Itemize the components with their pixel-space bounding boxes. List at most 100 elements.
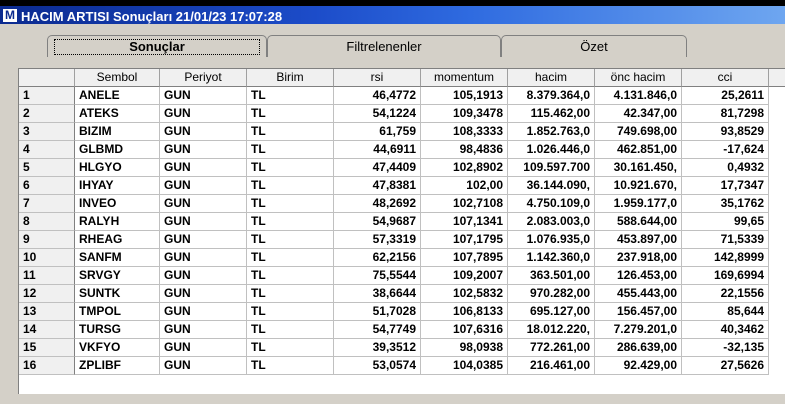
cell-hacim[interactable]: 2.083.003,0: [508, 213, 595, 231]
cell-birim[interactable]: TL: [247, 87, 334, 105]
header-cci[interactable]: cci: [682, 69, 769, 87]
cell-periyot[interactable]: GUN: [160, 267, 247, 285]
cell-onc-hacim[interactable]: 588.644,00: [595, 213, 682, 231]
table-row[interactable]: 11 SRVGY GUN TL 75,5544 109,2007 363.501,00 126…: [19, 267, 769, 285]
cell-birim[interactable]: TL: [247, 285, 334, 303]
cell-sembol[interactable]: ZPLIBF: [75, 357, 160, 375]
cell-rsi[interactable]: 39,3512: [334, 339, 421, 357]
cell-momentum[interactable]: 98,0938: [421, 339, 508, 357]
cell-cci[interactable]: 85,644: [682, 303, 769, 321]
cell-periyot[interactable]: GUN: [160, 303, 247, 321]
row-index[interactable]: 16: [19, 357, 75, 375]
table-row[interactable]: 10 SANFM GUN TL 62,2156 107,7895 1.142.360,0 23…: [19, 249, 769, 267]
cell-onc-hacim[interactable]: 42.347,00: [595, 105, 682, 123]
row-index[interactable]: 15: [19, 339, 75, 357]
cell-periyot[interactable]: GUN: [160, 249, 247, 267]
table-row[interactable]: 3 BIZIM GUN TL 61,759 108,3333 1.852.763,0 749.…: [19, 123, 769, 141]
row-index[interactable]: 7: [19, 195, 75, 213]
cell-onc-hacim[interactable]: 126.453,00: [595, 267, 682, 285]
cell-sembol[interactable]: VKFYO: [75, 339, 160, 357]
cell-hacim[interactable]: 8.379.364,0: [508, 87, 595, 105]
cell-hacim[interactable]: 115.462,00: [508, 105, 595, 123]
cell-cci[interactable]: 0,4932: [682, 159, 769, 177]
cell-sembol[interactable]: BIZIM: [75, 123, 160, 141]
cell-onc-hacim[interactable]: 237.918,00: [595, 249, 682, 267]
table-row[interactable]: 2 ATEKS GUN TL 54,1224 109,3478 115.462,00 42.3…: [19, 105, 769, 123]
cell-momentum[interactable]: 102,7108: [421, 195, 508, 213]
table-row[interactable]: 4 GLBMD GUN TL 44,6911 98,4836 1.026.446,0 462.…: [19, 141, 769, 159]
cell-sembol[interactable]: IHYAY: [75, 177, 160, 195]
row-index[interactable]: 2: [19, 105, 75, 123]
cell-sembol[interactable]: RHEAG: [75, 231, 160, 249]
cell-rsi[interactable]: 48,2692: [334, 195, 421, 213]
header-onc-hacim[interactable]: önc hacim: [595, 69, 682, 87]
cell-cci[interactable]: 71,5339: [682, 231, 769, 249]
cell-momentum[interactable]: 106,8133: [421, 303, 508, 321]
cell-cci[interactable]: -32,135: [682, 339, 769, 357]
row-index[interactable]: 13: [19, 303, 75, 321]
cell-rsi[interactable]: 46,4772: [334, 87, 421, 105]
cell-rsi[interactable]: 38,6644: [334, 285, 421, 303]
header-momentum[interactable]: momentum: [421, 69, 508, 87]
cell-onc-hacim[interactable]: 10.921.670,: [595, 177, 682, 195]
cell-rsi[interactable]: 75,5544: [334, 267, 421, 285]
cell-onc-hacim[interactable]: 156.457,00: [595, 303, 682, 321]
cell-birim[interactable]: TL: [247, 141, 334, 159]
cell-rsi[interactable]: 44,6911: [334, 141, 421, 159]
row-index[interactable]: 10: [19, 249, 75, 267]
cell-cci[interactable]: 22,1556: [682, 285, 769, 303]
cell-rsi[interactable]: 61,759: [334, 123, 421, 141]
cell-onc-hacim[interactable]: 7.279.201,0: [595, 321, 682, 339]
row-index[interactable]: 1: [19, 87, 75, 105]
cell-cci[interactable]: 169,6994: [682, 267, 769, 285]
cell-hacim[interactable]: 109.597.700: [508, 159, 595, 177]
cell-birim[interactable]: TL: [247, 321, 334, 339]
row-index[interactable]: 8: [19, 213, 75, 231]
cell-hacim[interactable]: 363.501,00: [508, 267, 595, 285]
cell-birim[interactable]: TL: [247, 177, 334, 195]
cell-onc-hacim[interactable]: 453.897,00: [595, 231, 682, 249]
row-index[interactable]: 4: [19, 141, 75, 159]
cell-hacim[interactable]: 1.076.935,0: [508, 231, 595, 249]
table-row[interactable]: 8 RALYH GUN TL 54,9687 107,1341 2.083.003,0 588…: [19, 213, 769, 231]
cell-sembol[interactable]: TMPOL: [75, 303, 160, 321]
table-row[interactable]: 1 ANELE GUN TL 46,4772 105,1913 8.379.364,0 4.1…: [19, 87, 769, 105]
cell-onc-hacim[interactable]: 455.443,00: [595, 285, 682, 303]
cell-rsi[interactable]: 51,7028: [334, 303, 421, 321]
cell-hacim[interactable]: 18.012.220,: [508, 321, 595, 339]
cell-rsi[interactable]: 53,0574: [334, 357, 421, 375]
tab-ozet[interactable]: Özet: [501, 35, 687, 57]
cell-periyot[interactable]: GUN: [160, 285, 247, 303]
table-row[interactable]: 7 INVEO GUN TL 48,2692 102,7108 4.750.109,0 1.9…: [19, 195, 769, 213]
cell-onc-hacim[interactable]: 462.851,00: [595, 141, 682, 159]
cell-hacim[interactable]: 1.142.360,0: [508, 249, 595, 267]
row-index[interactable]: 9: [19, 231, 75, 249]
cell-momentum[interactable]: 107,6316: [421, 321, 508, 339]
cell-onc-hacim[interactable]: 4.131.846,0: [595, 87, 682, 105]
cell-momentum[interactable]: 102,5832: [421, 285, 508, 303]
cell-onc-hacim[interactable]: 286.639,00: [595, 339, 682, 357]
table-row[interactable]: 5 HLGYO GUN TL 47,4409 102,8902 109.597.700 30.…: [19, 159, 769, 177]
cell-rsi[interactable]: 54,9687: [334, 213, 421, 231]
cell-periyot[interactable]: GUN: [160, 105, 247, 123]
cell-rsi[interactable]: 62,2156: [334, 249, 421, 267]
cell-periyot[interactable]: GUN: [160, 123, 247, 141]
cell-cci[interactable]: 40,3462: [682, 321, 769, 339]
header-hacim[interactable]: hacim: [508, 69, 595, 87]
cell-periyot[interactable]: GUN: [160, 159, 247, 177]
table-row[interactable]: 9 RHEAG GUN TL 57,3319 107,1795 1.076.935,0 453…: [19, 231, 769, 249]
cell-hacim[interactable]: 36.144.090,: [508, 177, 595, 195]
cell-momentum[interactable]: 104,0385: [421, 357, 508, 375]
cell-sembol[interactable]: SUNTK: [75, 285, 160, 303]
table-row[interactable]: 6 IHYAY GUN TL 47,8381 102,00 36.144.090, 10.92…: [19, 177, 769, 195]
cell-cci[interactable]: 99,65: [682, 213, 769, 231]
cell-onc-hacim[interactable]: 749.698,00: [595, 123, 682, 141]
cell-sembol[interactable]: RALYH: [75, 213, 160, 231]
cell-cci[interactable]: 25,2611: [682, 87, 769, 105]
cell-cci[interactable]: 27,5626: [682, 357, 769, 375]
table-row[interactable]: 13 TMPOL GUN TL 51,7028 106,8133 695.127,00 156…: [19, 303, 769, 321]
row-index[interactable]: 3: [19, 123, 75, 141]
window-titlebar[interactable]: M HACIM ARTISI Sonuçları 21/01/23 17:07:…: [0, 0, 785, 24]
cell-cci[interactable]: 93,8529: [682, 123, 769, 141]
cell-birim[interactable]: TL: [247, 303, 334, 321]
